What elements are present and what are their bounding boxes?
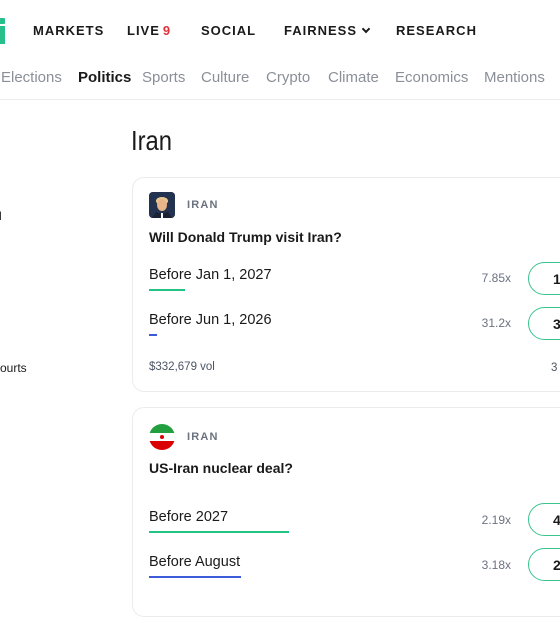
option-buy-button[interactable]: 2 xyxy=(528,548,560,581)
tab-elections[interactable]: Elections xyxy=(1,69,62,86)
option-buy-button[interactable]: 4 xyxy=(528,503,560,536)
nav-live[interactable]: LIVE 9 xyxy=(127,23,171,38)
tab-climate[interactable]: Climate xyxy=(328,69,379,86)
tab-economics[interactable]: Economics xyxy=(395,69,468,86)
sidebar-item-partial[interactable]: l xyxy=(0,209,2,223)
chevron-down-icon xyxy=(361,24,371,34)
market-card[interactable]: IRAN Will Donald Trump visit Iran? Befor… xyxy=(132,177,560,392)
option-buy-button[interactable]: 3 xyxy=(528,307,560,340)
sidebar-item-courts[interactable]: ourts xyxy=(0,361,27,375)
option-multiplier: 7.85x xyxy=(481,271,511,285)
logo[interactable] xyxy=(0,18,8,44)
market-question[interactable]: US-Iran nuclear deal? xyxy=(149,460,293,476)
trump-portrait-icon xyxy=(149,192,175,218)
tab-culture[interactable]: Culture xyxy=(201,69,249,86)
nav-markets[interactable]: MARKETS xyxy=(33,23,104,38)
market-tag: IRAN xyxy=(187,199,219,211)
top-nav: MARKETS LIVE 9 SOCIAL FAIRNESS RESEARCH xyxy=(0,0,560,60)
option-label: Before 2027 xyxy=(149,509,229,525)
live-count-badge: 9 xyxy=(162,23,172,38)
market-avatar xyxy=(149,192,175,218)
tab-crypto[interactable]: Crypto xyxy=(266,69,310,86)
volume-right-text: 3 xyxy=(551,362,558,374)
option-probability-bar xyxy=(149,576,241,578)
logo-dot xyxy=(0,18,5,24)
option-probability-bar xyxy=(149,289,185,291)
option-label: Before August xyxy=(149,554,241,570)
tab-sports[interactable]: Sports xyxy=(142,69,185,86)
option-label: Before Jan 1, 2027 xyxy=(149,267,272,283)
volume-text: $332,679 vol xyxy=(149,361,215,373)
category-tabs: Elections Politics Sports Culture Crypto… xyxy=(0,62,560,100)
tab-politics[interactable]: Politics xyxy=(78,69,131,86)
tab-mentions[interactable]: Mentions xyxy=(484,69,545,86)
option-multiplier: 3.18x xyxy=(481,558,511,572)
iran-flag-icon xyxy=(149,424,175,450)
nav-social[interactable]: SOCIAL xyxy=(201,23,256,38)
option-probability-bar xyxy=(149,334,157,336)
market-question[interactable]: Will Donald Trump visit Iran? xyxy=(149,229,342,245)
logo-stem xyxy=(0,26,5,44)
market-avatar xyxy=(149,424,175,450)
option-probability-bar xyxy=(149,531,289,533)
option-buy-button[interactable]: 1 xyxy=(528,262,560,295)
market-card[interactable]: IRAN US-Iran nuclear deal? Before 2027 2… xyxy=(132,407,560,617)
option-label: Before Jun 1, 2026 xyxy=(149,312,272,328)
page-title: Iran xyxy=(131,125,173,156)
market-tag: IRAN xyxy=(187,431,219,443)
option-multiplier: 31.2x xyxy=(481,316,511,330)
option-multiplier: 2.19x xyxy=(481,513,511,527)
nav-research[interactable]: RESEARCH xyxy=(396,23,477,38)
nav-fairness[interactable]: FAIRNESS xyxy=(284,23,371,38)
